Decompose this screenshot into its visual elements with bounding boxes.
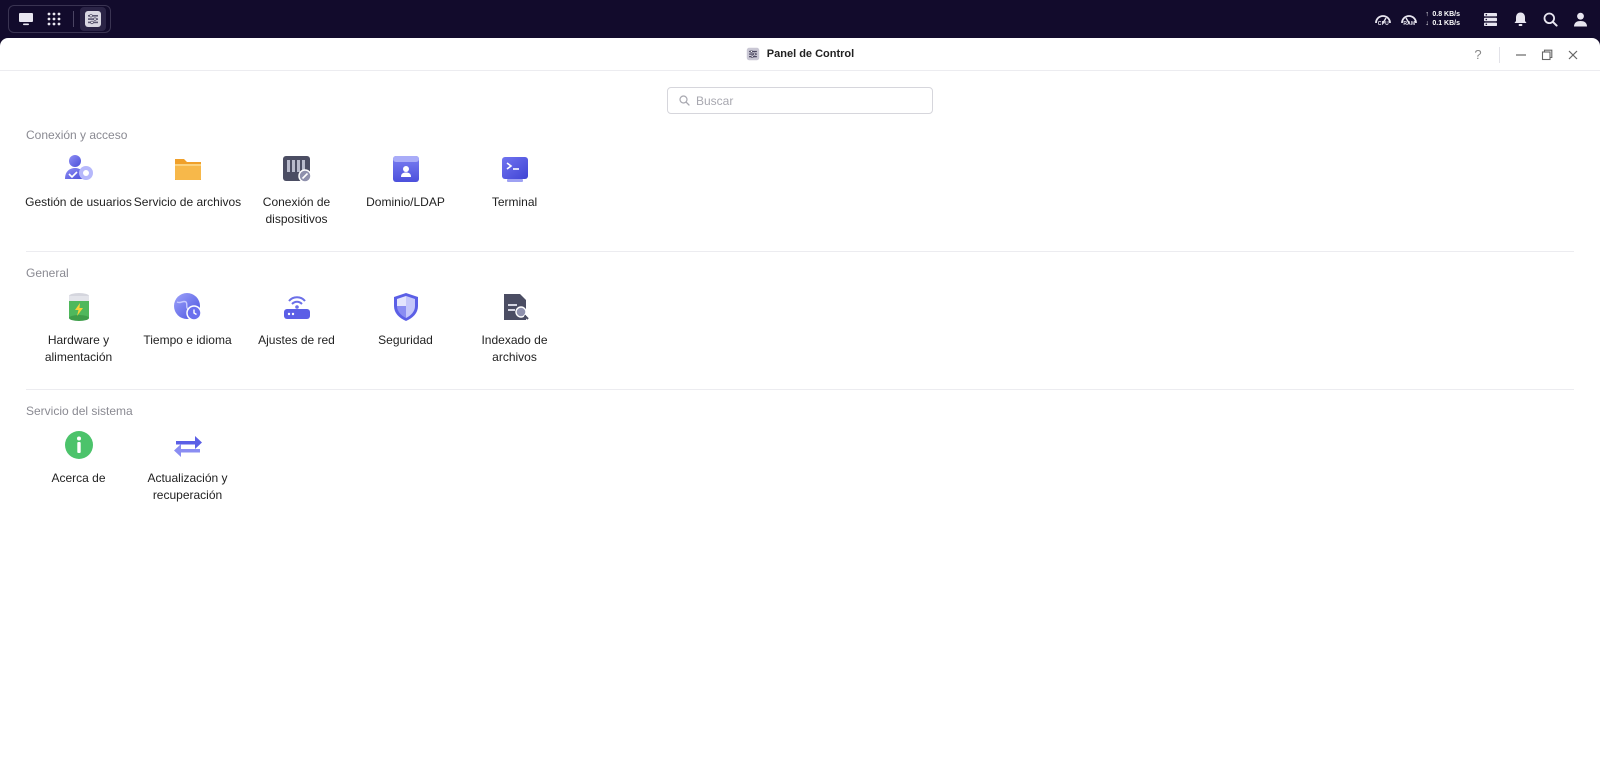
task-manager-button[interactable] (1480, 9, 1500, 29)
item-hardware-power[interactable]: Hardware y alimentación (22, 285, 135, 389)
item-label: Dominio/LDAP (366, 195, 445, 209)
upload-speed: 0.8 KB/s (1432, 11, 1460, 18)
window-title-group: Panel de Control (746, 47, 854, 61)
bell-icon (1514, 12, 1526, 26)
cpu-gauge[interactable]: CPU (1373, 12, 1393, 27)
section-connection-access: Conexión y acceso Gestión de usuarios Se… (25, 114, 1574, 252)
users-icon (64, 155, 93, 180)
item-label: Seguridad (378, 333, 433, 347)
device-connection-icon (282, 156, 312, 183)
item-label: Actualización y recuperación (147, 471, 228, 502)
grid-icon (47, 12, 61, 26)
item-user-management[interactable]: Gestión de usuarios (22, 147, 135, 251)
battery-icon (68, 293, 89, 321)
close-button[interactable] (1560, 42, 1586, 68)
global-search-button[interactable] (1540, 9, 1560, 29)
item-label: Acerca de (51, 471, 106, 485)
control-panel-icon (85, 11, 101, 27)
search-icon (1543, 12, 1558, 27)
section-items: Acerca de Actualización y recuperación (26, 423, 1574, 527)
item-label: Ajustes de red (258, 333, 335, 347)
item-label: Gestión de usuarios (25, 195, 132, 209)
network-speed[interactable]: ↑ 0.8 KB/s ↓ 0.1 KB/s (1425, 10, 1460, 28)
notifications-button[interactable] (1510, 9, 1530, 29)
taskbar: CPU RAM ↑ 0.8 KB/s ↓ 0.1 KB/s (0, 0, 1600, 38)
item-label: Tiempo e idioma (143, 333, 232, 347)
app-launcher-button[interactable] (41, 7, 67, 31)
restore-button[interactable] (1534, 42, 1560, 68)
item-terminal[interactable]: Terminal (458, 147, 571, 251)
help-button[interactable]: ? (1465, 42, 1491, 68)
item-network-settings[interactable]: Ajustes de red (240, 285, 353, 389)
folder-icon (174, 159, 201, 180)
show-desktop-button[interactable] (13, 7, 39, 31)
restore-icon (1541, 49, 1553, 60)
close-icon (1568, 50, 1578, 59)
info-icon (64, 431, 93, 459)
terminal-icon (501, 157, 528, 182)
section-title: Conexión y acceso (26, 128, 128, 142)
router-icon (283, 296, 310, 319)
ram-label: RAM (1403, 20, 1416, 27)
desktop-icon (19, 13, 33, 26)
item-file-service[interactable]: Servicio de archivos (131, 147, 244, 251)
item-domain-ldap[interactable]: Dominio/LDAP (349, 147, 462, 251)
section-items: Gestión de usuarios Servicio de archivos (25, 147, 1574, 251)
item-label: Servicio de archivos (133, 195, 242, 209)
update-arrows-icon (173, 436, 202, 457)
user-icon (1573, 12, 1587, 26)
window-title: Panel de Control (766, 48, 855, 60)
shield-icon (393, 293, 418, 321)
item-label: Terminal (491, 195, 538, 209)
globe-clock-icon (173, 293, 202, 321)
section-title: General (26, 266, 69, 280)
minimize-icon (1516, 53, 1526, 56)
search-row (0, 71, 1600, 114)
item-security[interactable]: Seguridad (349, 285, 462, 389)
help-icon: ? (1474, 47, 1482, 62)
item-label: Conexión de dispositivos (262, 195, 331, 226)
ram-gauge[interactable]: RAM (1399, 12, 1419, 27)
section-system-service: Servicio del sistema Acerca de Actualiza… (26, 390, 1574, 527)
item-file-indexing[interactable]: Indexado de archivos (458, 285, 571, 389)
item-time-language[interactable]: Tiempo e idioma (131, 285, 244, 389)
settings-sections: Conexión y acceso Gestión de usuarios Se… (0, 114, 1600, 527)
window-titlebar[interactable]: Panel de Control ? (0, 38, 1600, 71)
section-items: Hardware y alimentación Tiempo e idioma (26, 285, 1574, 389)
search-input[interactable] (696, 88, 926, 113)
section-general: General Hardware y alimentación Tiempo e… (26, 252, 1574, 390)
taskbar-tray: CPU RAM ↑ 0.8 KB/s ↓ 0.1 KB/s (1373, 9, 1590, 29)
control-panel-window: Panel de Control ? Buscar Conexión y acc… (0, 38, 1600, 759)
item-label: Indexado de archivos (481, 333, 548, 364)
file-index-icon (503, 294, 529, 320)
control-panel-taskbar-button[interactable] (80, 7, 106, 31)
taskbar-separator (73, 11, 74, 27)
search-box (667, 87, 933, 114)
item-update-recovery[interactable]: Actualización y recuperación (131, 423, 244, 527)
window-controls-separator (1499, 46, 1500, 63)
user-menu-button[interactable] (1570, 9, 1590, 29)
item-device-connection[interactable]: Conexión de dispositivos (240, 147, 353, 251)
download-speed: 0.1 KB/s (1432, 20, 1460, 27)
cpu-label: CPU (1377, 20, 1389, 27)
section-title: Servicio del sistema (26, 404, 133, 418)
minimize-button[interactable] (1508, 42, 1534, 68)
domain-ldap-icon (392, 156, 419, 182)
window-controls: ? (1465, 38, 1586, 71)
item-about[interactable]: Acerca de (22, 423, 135, 527)
taskbar-app-group (8, 5, 111, 33)
item-label: Hardware y alimentación (44, 333, 113, 364)
server-list-icon (1483, 12, 1497, 26)
search-icon (679, 95, 690, 106)
control-panel-icon (746, 47, 760, 61)
